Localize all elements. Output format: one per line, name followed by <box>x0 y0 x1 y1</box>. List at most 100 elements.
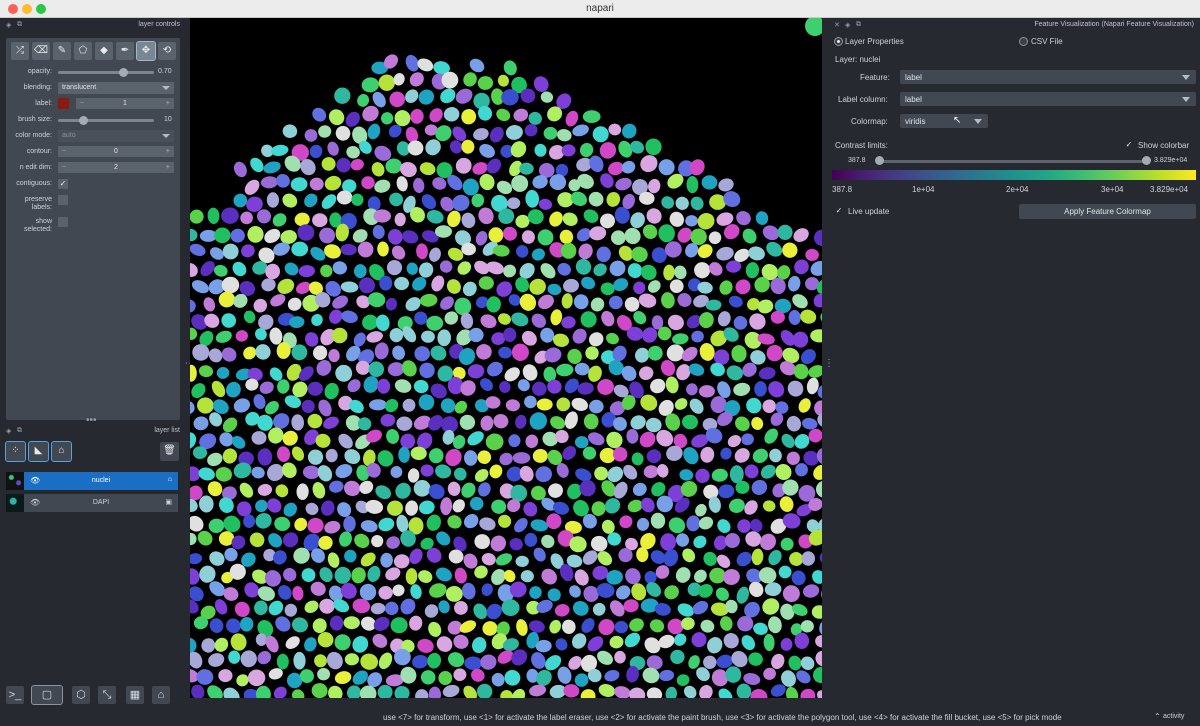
float-icon[interactable]: ◈ <box>845 21 850 29</box>
nucleus-label <box>728 295 743 308</box>
preserve-labels-checkbox[interactable] <box>58 195 68 205</box>
nucleus-label <box>780 638 793 651</box>
console-button[interactable]: >_ <box>6 686 24 704</box>
csv-file-label[interactable]: CSV File <box>1031 37 1063 46</box>
fill-bucket-icon: ◆ <box>100 45 108 56</box>
polygon-tool-button[interactable]: ⬠ <box>74 42 92 60</box>
nucleus-label <box>190 532 197 546</box>
nucleus-label <box>473 128 489 141</box>
fill-bucket-button[interactable]: ◆ <box>95 42 113 60</box>
nucleus-label <box>665 376 679 394</box>
contrast-min-handle[interactable] <box>875 156 884 165</box>
layer-row-body[interactable]: 👁 DAPI ▣ <box>24 494 178 512</box>
undock-icon[interactable]: ⧉ <box>17 21 22 29</box>
layer-name[interactable]: DAPI <box>24 499 178 506</box>
contrast-max-handle[interactable] <box>1142 156 1151 165</box>
color-picker-button[interactable]: ✒ <box>116 42 134 60</box>
new-shapes-layer-button[interactable]: ◣ <box>28 441 49 462</box>
contour-spinbox[interactable]: − 0 + <box>58 146 174 157</box>
close-icon[interactable]: ✕ <box>834 21 840 29</box>
contiguous-checkbox[interactable]: ✓ <box>58 179 68 189</box>
opacity-slider-handle[interactable] <box>119 68 128 77</box>
layer-name[interactable]: nuclei <box>24 477 178 484</box>
activity-label[interactable]: activity <box>1163 713 1184 720</box>
nucleus-label <box>480 314 497 329</box>
blending-select[interactable]: translucent <box>58 82 174 94</box>
layer-row[interactable]: 👁 nuclei ⌂ <box>6 472 178 490</box>
nucleus-label <box>373 209 391 223</box>
viewer-canvas[interactable] <box>190 18 822 698</box>
nucleus-label <box>476 344 492 360</box>
nucleus-label <box>431 275 445 292</box>
nucleus-label <box>541 568 557 585</box>
nucleus-label <box>793 363 809 380</box>
label-color-swatch[interactable] <box>58 98 69 109</box>
nucleus-label <box>365 499 384 514</box>
reset-view-button[interactable]: ⌂ <box>152 686 170 704</box>
labels-image[interactable] <box>190 18 822 698</box>
nucleus-label <box>583 209 599 223</box>
nucleus-label <box>293 651 306 670</box>
eraser-button[interactable]: ⌫ <box>32 42 50 60</box>
nucleus-label <box>275 484 289 498</box>
increment-icon[interactable]: + <box>166 146 170 157</box>
nucleus-label <box>798 398 811 413</box>
shuffle-colors-button[interactable]: ⤮ <box>11 42 29 60</box>
nucleus-label <box>547 283 562 296</box>
float-icon[interactable]: ◈ <box>6 21 11 29</box>
opacity-slider[interactable] <box>58 71 154 74</box>
colormap-select[interactable]: viridis <box>900 114 988 128</box>
nucleus-label <box>524 532 538 547</box>
terminal-icon: >_ <box>8 689 22 701</box>
paint-brush-button[interactable]: ✎ <box>53 42 71 60</box>
layer-properties-label[interactable]: Layer Properties <box>845 37 904 46</box>
activity-chevron-icon[interactable]: ⌃ <box>1154 712 1161 721</box>
layer-properties-radio[interactable] <box>834 37 843 46</box>
show-selected-checkbox[interactable] <box>58 217 68 227</box>
nucleus-label <box>387 228 403 245</box>
layer-row[interactable]: 👁 DAPI ▣ <box>6 494 178 512</box>
color-mode-select[interactable]: auto <box>58 130 174 142</box>
new-labels-layer-button[interactable]: ⌂ <box>51 441 72 462</box>
live-update-label[interactable]: Live update <box>848 207 889 216</box>
ndisplay-button[interactable]: ▢ <box>31 685 63 705</box>
grid-mode-button[interactable]: ▦ <box>126 686 144 704</box>
show-colorbar-checkbox[interactable]: ✓ <box>1124 140 1134 150</box>
nucleus-label <box>284 262 299 276</box>
increment-icon[interactable]: + <box>166 98 170 109</box>
csv-file-radio[interactable] <box>1019 37 1028 46</box>
nucleus-label <box>400 433 416 449</box>
float-icon[interactable]: ◈ <box>6 427 11 435</box>
brush-size-slider-handle[interactable] <box>79 116 88 125</box>
contrast-limits-slider[interactable] <box>878 160 1150 163</box>
label-column-select[interactable]: label <box>900 92 1196 106</box>
apply-feature-colormap-button[interactable]: Apply Feature Colormap <box>1019 204 1196 219</box>
feature-select[interactable]: label <box>900 70 1196 84</box>
undock-icon[interactable]: ⧉ <box>856 21 861 29</box>
n-edit-dim-spinbox[interactable]: − 2 + <box>58 162 174 173</box>
new-points-layer-button[interactable]: ⁘ <box>5 441 26 462</box>
nucleus-label <box>418 500 435 515</box>
undock-icon[interactable]: ⧉ <box>17 427 22 435</box>
pan-zoom-button[interactable]: ✥ <box>136 41 156 61</box>
show-colorbar-label[interactable]: Show colorbar <box>1138 141 1189 150</box>
brush-size-slider[interactable] <box>58 119 154 122</box>
layer-row-body[interactable]: 👁 nuclei ⌂ <box>24 472 178 490</box>
nucleus-label <box>563 278 579 293</box>
roll-dimensions-button[interactable]: ⬡ <box>72 686 90 704</box>
nucleus-label <box>583 413 599 430</box>
nucleus-label <box>472 637 487 654</box>
nucleus-label <box>418 394 435 411</box>
nucleus-label <box>491 672 505 687</box>
increment-icon[interactable]: + <box>166 162 170 173</box>
nucleus-label <box>624 632 641 648</box>
label-spinbox[interactable]: − 1 + <box>76 98 174 109</box>
decrement-icon[interactable]: − <box>62 162 66 173</box>
decrement-icon[interactable]: − <box>80 98 84 109</box>
transpose-button[interactable]: ⤡ <box>98 686 116 704</box>
nucleus-label <box>341 310 358 324</box>
live-update-checkbox[interactable]: ✓ <box>834 206 844 216</box>
delete-layer-button[interactable]: 🗑 <box>160 442 179 461</box>
transform-button[interactable]: ⟲ <box>158 42 176 60</box>
decrement-icon[interactable]: − <box>62 146 66 157</box>
